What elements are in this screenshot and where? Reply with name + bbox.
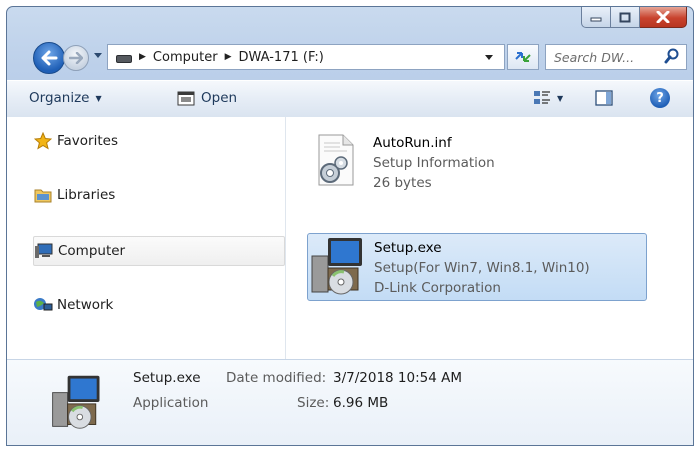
- sidebar-item-libraries[interactable]: Libraries: [33, 181, 115, 209]
- file-text: AutoRun.inf Setup Information 26 bytes: [373, 129, 495, 195]
- close-button[interactable]: [640, 7, 687, 28]
- file-name: Setup.exe: [374, 240, 442, 256]
- file-size: 26 bytes: [373, 175, 432, 191]
- file-name: AutoRun.inf: [373, 135, 452, 151]
- back-button[interactable]: [33, 42, 65, 74]
- preview-pane-button[interactable]: [595, 90, 613, 106]
- sidebar-item-label: Libraries: [57, 187, 116, 203]
- address-bar[interactable]: ▶ Computer ▶ DWA-171 (F:): [107, 44, 505, 70]
- open-label: Open: [201, 90, 238, 106]
- search-input[interactable]: Search DW...: [554, 50, 634, 65]
- maximize-icon: [619, 12, 631, 22]
- preview-pane-icon: [595, 90, 613, 106]
- details-size-value: 6.96 MB: [333, 395, 389, 411]
- list-item-autorun[interactable]: AutoRun.inf Setup Information 26 bytes: [307, 129, 645, 195]
- breadcrumb: ▶ Computer ▶ DWA-171 (F:): [132, 50, 324, 65]
- close-icon: [656, 11, 670, 23]
- change-view-button[interactable]: ▼: [533, 89, 563, 107]
- details-size-label: Size:: [297, 395, 330, 411]
- chevron-down-icon: ▼: [95, 93, 102, 103]
- maximize-button[interactable]: [611, 7, 640, 28]
- sidebar-item-label: Network: [57, 297, 114, 313]
- content-area: Favorites Libraries Computer Network Aut…: [7, 117, 693, 359]
- chevron-down-icon: ▼: [557, 93, 564, 103]
- network-icon: [33, 295, 53, 315]
- help-icon: ?: [656, 90, 664, 106]
- search-box[interactable]: Search DW...: [545, 44, 687, 70]
- sidebar-item-network[interactable]: Network: [33, 291, 113, 319]
- command-bar: Organize ▼ Open ▼ ?: [7, 80, 693, 118]
- sidebar-item-favorites[interactable]: Favorites: [33, 127, 118, 155]
- navigation-pane: Favorites Libraries Computer Network: [7, 117, 286, 359]
- refresh-button[interactable]: [507, 44, 539, 70]
- minimize-button[interactable]: [581, 7, 611, 28]
- settings-file-icon: [307, 129, 373, 195]
- installer-icon: [308, 234, 374, 300]
- sidebar-item-computer[interactable]: Computer: [33, 236, 285, 266]
- breadcrumb-separator-icon[interactable]: ▶: [225, 52, 232, 62]
- sidebar-item-label: Favorites: [57, 133, 118, 149]
- details-type: Application: [133, 395, 209, 411]
- breadcrumb-computer[interactable]: Computer: [153, 50, 218, 65]
- file-type: Setup Information: [373, 155, 495, 171]
- breadcrumb-separator-icon[interactable]: ▶: [139, 52, 146, 62]
- list-item-setup[interactable]: Setup.exe Setup(For Win7, Win8.1, Win10)…: [307, 233, 647, 301]
- history-dropdown-icon[interactable]: [93, 50, 103, 60]
- file-company: D-Link Corporation: [374, 280, 501, 296]
- details-modified-label: Date modified:: [226, 370, 327, 386]
- open-app-icon: [177, 91, 195, 106]
- file-description: Setup(For Win7, Win8.1, Win10): [374, 260, 590, 276]
- star-icon: [33, 131, 53, 151]
- caption-buttons: [581, 7, 687, 28]
- details-pane: Setup.exe Application Date modified: 3/7…: [7, 359, 693, 445]
- sidebar-item-label: Computer: [58, 243, 126, 259]
- drive-icon: [116, 55, 132, 63]
- navigation-bar: ▶ Computer ▶ DWA-171 (F:) Search DW...: [7, 39, 693, 75]
- forward-button[interactable]: [63, 45, 89, 71]
- view-details-icon: [534, 91, 550, 104]
- open-button[interactable]: Open: [177, 90, 237, 106]
- details-modified-value: 3/7/2018 10:54 AM: [333, 370, 463, 386]
- search-icon[interactable]: [664, 48, 680, 64]
- organize-label: Organize: [29, 90, 90, 106]
- help-button[interactable]: ?: [650, 88, 670, 108]
- back-arrow-icon: [41, 50, 58, 66]
- refresh-icon: [515, 52, 531, 62]
- details-name: Setup.exe: [133, 370, 201, 386]
- installer-icon: [47, 372, 107, 432]
- breadcrumb-drive[interactable]: DWA-171 (F:): [238, 50, 323, 65]
- file-text: Setup.exe Setup(For Win7, Win8.1, Win10)…: [374, 234, 590, 300]
- computer-icon: [34, 241, 54, 261]
- organize-button[interactable]: Organize ▼: [29, 90, 102, 106]
- explorer-window: ▶ Computer ▶ DWA-171 (F:) Search DW... O…: [6, 6, 694, 446]
- file-list: AutoRun.inf Setup Information 26 bytes S…: [287, 117, 693, 359]
- minimize-icon: [590, 17, 602, 22]
- address-dropdown-icon[interactable]: [484, 53, 494, 61]
- forward-arrow-icon: [69, 52, 83, 64]
- library-icon: [33, 185, 53, 205]
